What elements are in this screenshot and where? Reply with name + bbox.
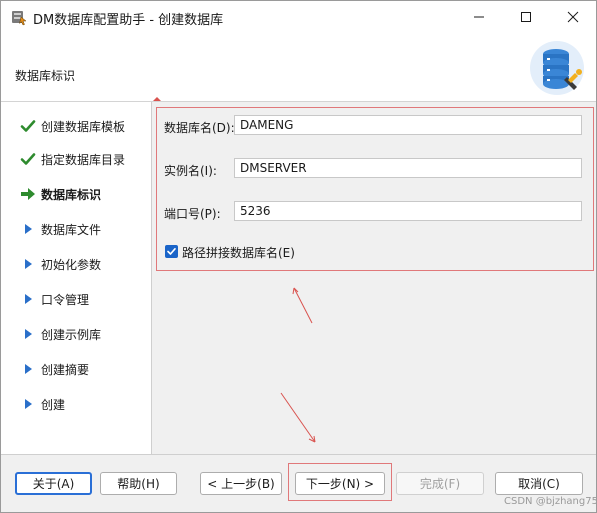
step-item: 口令管理	[3, 287, 151, 311]
checkmark-icon	[167, 248, 176, 255]
check-icon	[19, 117, 37, 135]
prev-button[interactable]: < 上一步(B)	[200, 472, 282, 495]
path-concat-label[interactable]: 路径拼接数据库名(E)	[182, 244, 295, 261]
window-title: DM数据库配置助手 - 创建数据库	[33, 13, 224, 28]
step-item: 指定数据库目录	[3, 147, 151, 171]
instance-name-input[interactable]	[234, 158, 582, 178]
about-button[interactable]: 关于(A)	[15, 472, 92, 495]
step-label: 创建摘要	[41, 363, 90, 377]
step-item: 创建示例库	[3, 322, 151, 346]
close-icon	[567, 11, 579, 23]
db-name-label: 数据库名(D):	[164, 121, 235, 135]
step-label: 初始化参数	[41, 258, 102, 272]
minimize-button[interactable]	[456, 1, 502, 33]
step-label: 创建数据库模板	[41, 120, 126, 134]
check-icon	[19, 150, 37, 168]
dm-config-window: DM数据库配置助手 - 创建数据库 数据库标识 创建数据库模板 指定数据库目录 …	[0, 0, 597, 513]
step-item-current: 数据库标识	[3, 182, 151, 206]
port-input[interactable]	[234, 201, 582, 221]
step-label: 创建	[41, 398, 66, 412]
step-item: 数据库文件	[3, 217, 151, 241]
step-item: 初始化参数	[3, 252, 151, 276]
step-label: 创建示例库	[41, 328, 102, 342]
step-item: 创建数据库模板	[3, 114, 151, 138]
triangle-right-icon	[19, 220, 37, 238]
arrow-right-icon	[19, 185, 37, 203]
finish-button[interactable]: 完成(F)	[396, 472, 484, 495]
close-button[interactable]	[550, 1, 596, 33]
step-item: 创建	[3, 392, 151, 416]
step-label: 口令管理	[41, 293, 90, 307]
triangle-right-icon	[19, 290, 37, 308]
maximize-button[interactable]	[503, 1, 549, 33]
port-label: 端口号(P):	[164, 207, 221, 221]
step-label: 数据库标识	[41, 188, 102, 202]
cancel-button[interactable]: 取消(C)	[495, 472, 583, 495]
instance-name-label: 实例名(I):	[164, 164, 217, 178]
triangle-right-icon	[19, 360, 37, 378]
help-button[interactable]: 帮助(H)	[100, 472, 177, 495]
step-label: 数据库文件	[41, 223, 102, 237]
wizard-header: 数据库标识	[1, 33, 596, 102]
triangle-right-icon	[19, 325, 37, 343]
app-icon	[10, 8, 28, 26]
db-name-input[interactable]	[234, 115, 582, 135]
database-settings-icon	[525, 39, 585, 97]
title-bar: DM数据库配置助手 - 创建数据库	[1, 1, 596, 33]
step-item: 创建摘要	[3, 357, 151, 381]
page-title: 数据库标识	[15, 69, 76, 83]
next-button[interactable]: 下一步(N) >	[295, 472, 385, 495]
step-label: 指定数据库目录	[41, 153, 126, 167]
path-concat-checkbox[interactable]	[165, 245, 178, 258]
content-panel	[152, 102, 596, 454]
maximize-icon	[521, 12, 531, 22]
watermark: CSDN @bjzhang75	[504, 496, 597, 507]
wizard-steps-nav: 创建数据库模板 指定数据库目录 数据库标识 数据库文件 初始化参数 口令管理 创…	[3, 102, 152, 454]
minimize-icon	[474, 16, 484, 18]
triangle-right-icon	[19, 395, 37, 413]
triangle-right-icon	[19, 255, 37, 273]
